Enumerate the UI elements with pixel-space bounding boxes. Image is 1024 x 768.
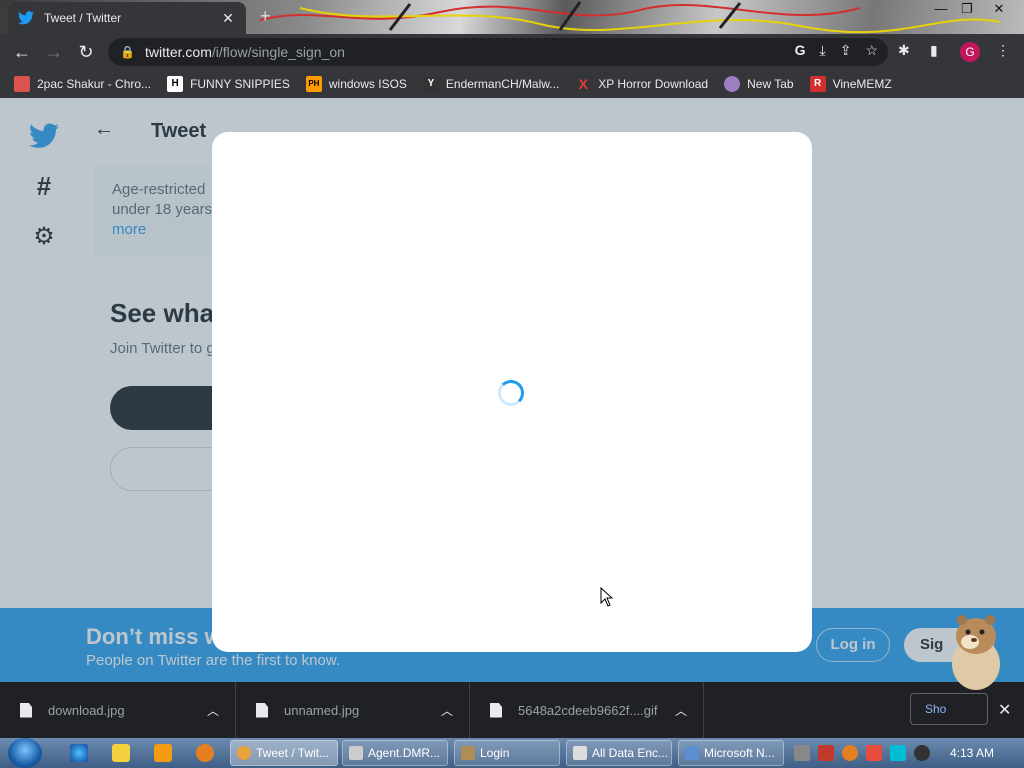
file-icon [20,702,32,718]
install-app-icon[interactable]: ⤓ [820,42,826,59]
chrome-icon [237,746,251,760]
chrome-menu-icon[interactable]: ⋮ [996,42,1010,59]
download-item[interactable]: unnamed.jpg ︿ [236,682,470,738]
bookmark-label: windows ISOS [328,77,407,91]
tray-app-icon[interactable] [914,745,930,761]
taskbar-item[interactable]: Agent.DMR... [342,740,448,766]
bookmark-item[interactable]: R VineMEMZ [809,76,892,92]
media-player-icon[interactable] [154,744,172,762]
bookmark-favicon-icon: H [167,76,184,92]
browser-tab-active[interactable]: Tweet / Twitter ✕ [8,2,246,34]
bookmark-favicon-icon [724,76,741,92]
sso-modal-dialog [212,132,812,652]
download-filename: 5648a2cdeeb9662f....gif [518,702,658,718]
profile-avatar[interactable]: G [960,42,980,62]
bookmark-favicon-icon: Y [422,76,439,92]
download-filename: unnamed.jpg [284,702,360,718]
browser-toolbar: ← → ↻ 🔒 twitter.com/i/flow/single_sign_o… [0,34,1024,70]
extensions-icon[interactable]: ✱ [898,42,910,59]
taskbar-item-label: Agent.DMR... [368,746,441,760]
side-panel-icon[interactable]: ▮ [930,42,938,59]
taskbar-item[interactable]: All Data Enc... [566,740,672,766]
tab-close-icon[interactable]: ✕ [220,10,236,27]
bookmark-label: XP Horror Download [598,77,709,91]
taskbar-item-label: Tweet / Twit... [256,746,330,760]
bookmark-favicon-icon: X [578,76,588,92]
taskbar-item-label: Login [480,746,510,760]
twitter-page: # ⚙ ← Tweet Age-restricted under 18 year… [0,98,1024,682]
tray-search-icon[interactable] [842,745,858,761]
taskbar-item[interactable]: Tweet / Twit... [230,740,338,766]
start-button[interactable] [8,738,42,768]
window-icon [573,746,587,760]
tray-flag-icon[interactable] [866,745,882,761]
url-host: twitter.com [144,44,212,60]
maximize-icon[interactable]: ❐ [952,0,982,18]
bookmark-favicon-icon [14,76,30,92]
new-tab-icon[interactable]: + [260,6,271,27]
tray-app-icon[interactable] [794,745,810,761]
forward-icon[interactable]: → [38,36,70,68]
bookmark-item[interactable]: X XP Horror Download [575,76,709,92]
browser-title-bar: Tweet / Twitter ✕ + — ❐ ✕ [0,0,1024,34]
url-path: /i/flow/single_sign_on [211,44,345,60]
login-app-icon [461,746,475,760]
close-downloads-icon[interactable]: ✕ [998,700,1011,720]
network-icon [685,746,699,760]
bookmark-favicon-icon: PH [305,76,322,92]
lock-icon: 🔒 [120,45,135,59]
show-all-downloads-button[interactable]: Sho [910,693,988,725]
download-item[interactable]: 5648a2cdeeb9662f....gif ︿ [470,682,704,738]
bookmark-label: New Tab [747,77,794,91]
taskbar-clock[interactable]: 4:13 AM [950,746,994,760]
internet-explorer-icon[interactable] [70,744,88,762]
taskbar-item[interactable]: Microsoft N... [678,740,784,766]
bookmark-item[interactable]: 2pac Shakur - Chro... [14,76,151,92]
reload-icon[interactable]: ↻ [70,36,102,68]
mouse-cursor-icon [600,587,614,607]
address-bar[interactable]: 🔒 twitter.com/i/flow/single_sign_on G ⤓ … [108,38,888,66]
hamster-sticker-icon [952,615,1000,690]
loading-spinner-icon [498,380,524,406]
downloads-bar: download.jpg ︿ unnamed.jpg ︿ 5648a2cdeeb… [0,682,1024,738]
bookmark-favicon-icon: R [809,76,826,92]
tray-app-icon[interactable] [818,745,834,761]
share-icon[interactable]: ⇪ [840,42,852,59]
bookmark-item[interactable]: New Tab [724,76,794,92]
twitter-favicon-icon [18,11,34,25]
chevron-up-icon[interactable]: ︿ [207,702,219,719]
taskbar-item-label: Microsoft N... [704,746,775,760]
windows-taskbar: Tweet / Twit... Agent.DMR... Login All D… [0,738,1024,768]
file-icon [490,702,502,718]
wallpaper-scribble [259,1,1001,34]
bookmark-item[interactable]: PH windows ISOS [305,76,407,92]
window-close-icon[interactable]: ✕ [984,0,1014,18]
bookmark-item[interactable]: Y EndermanCH/Malw... [422,76,560,92]
file-icon [256,702,268,718]
download-filename: download.jpg [48,702,125,718]
chevron-up-icon[interactable]: ︿ [441,702,453,719]
taskbar-item[interactable]: Login [454,740,560,766]
google-icon[interactable]: G [795,42,806,59]
bookmarks-bar: 2pac Shakur - Chro... H FUNNY SNIPPIES PH… [0,70,1024,98]
bookmark-label: FUNNY SNIPPIES [190,77,290,91]
window-icon [349,746,363,760]
back-icon[interactable]: ← [6,36,38,68]
tab-title: Tweet / Twitter [44,11,122,25]
tray-display-icon[interactable] [890,745,906,761]
bookmark-item[interactable]: H FUNNY SNIPPIES [167,76,290,92]
download-item[interactable]: download.jpg ︿ [0,682,236,738]
firefox-icon[interactable] [196,744,214,762]
bookmark-label: EndermanCH/Malw... [445,77,560,91]
taskbar-item-label: All Data Enc... [592,746,669,760]
bookmark-label: 2pac Shakur - Chro... [37,77,152,91]
chevron-up-icon[interactable]: ︿ [675,702,687,719]
bookmark-label: VineMEMZ [832,77,892,91]
file-explorer-icon[interactable] [112,744,130,762]
bookmark-star-icon[interactable]: ☆ [865,42,878,59]
